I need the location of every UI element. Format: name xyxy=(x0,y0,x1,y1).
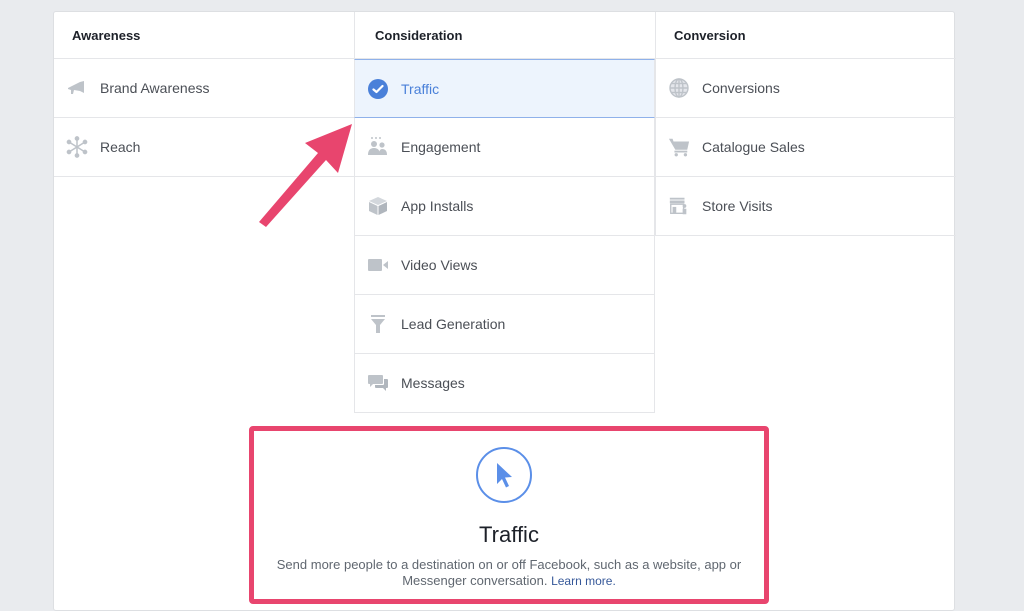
objective-conversions[interactable]: Conversions xyxy=(655,59,956,118)
objective-catalogue-sales[interactable]: Catalogue Sales xyxy=(655,118,956,177)
column-header-consideration: Consideration xyxy=(354,12,655,59)
detail-description-text: Send more people to a destination on or … xyxy=(276,557,742,588)
funnel-icon xyxy=(367,313,389,335)
objective-store-visits[interactable]: Store Visits xyxy=(655,177,956,236)
detail-description: Send more people to a destination on or … xyxy=(272,557,746,589)
objective-label: Traffic xyxy=(401,80,440,97)
detail-title: Traffic xyxy=(479,522,539,547)
objective-label: Lead Generation xyxy=(401,316,506,332)
objective-traffic[interactable]: Traffic xyxy=(354,59,655,118)
objective-label: Engagement xyxy=(401,139,481,155)
objective-app-installs[interactable]: App Installs xyxy=(354,177,655,236)
shopping-cart-icon xyxy=(668,136,690,158)
check-circle-icon xyxy=(367,78,389,100)
column-consideration: Consideration Traffic Engagement App Ins… xyxy=(354,12,655,413)
objective-label: Catalogue Sales xyxy=(702,139,805,155)
objective-messages[interactable]: Messages xyxy=(354,354,655,413)
objective-video-views[interactable]: Video Views xyxy=(354,236,655,295)
chat-bubbles-icon xyxy=(367,372,389,394)
learn-more-link[interactable]: Learn more. xyxy=(551,574,616,588)
column-awareness: Awareness Brand Awareness Reach xyxy=(54,12,355,177)
reach-icon xyxy=(66,136,88,158)
store-icon xyxy=(668,195,690,217)
objective-label: Messages xyxy=(401,375,465,391)
objective-engagement[interactable]: Engagement xyxy=(354,118,655,177)
people-icon xyxy=(367,136,389,158)
objective-label: Video Views xyxy=(401,257,478,273)
objective-reach[interactable]: Reach xyxy=(54,118,355,177)
objective-lead-generation[interactable]: Lead Generation xyxy=(354,295,655,354)
objective-detail-card: Traffic Send more people to a destinatio… xyxy=(249,426,769,604)
objective-label: Store Visits xyxy=(702,198,773,214)
cursor-icon xyxy=(476,447,532,503)
column-header-awareness: Awareness xyxy=(54,12,355,59)
box-icon xyxy=(367,195,389,217)
megaphone-icon xyxy=(66,77,88,99)
objective-label: App Installs xyxy=(401,198,474,214)
column-conversion: Conversion Conversions Catalogue Sales S… xyxy=(655,12,956,236)
objective-label: Reach xyxy=(100,139,141,155)
objective-label: Conversions xyxy=(702,80,780,96)
video-camera-icon xyxy=(367,254,389,276)
globe-icon xyxy=(668,77,690,99)
objective-brand-awareness[interactable]: Brand Awareness xyxy=(54,59,355,118)
objective-label: Brand Awareness xyxy=(100,80,210,96)
column-header-conversion: Conversion xyxy=(655,12,956,59)
